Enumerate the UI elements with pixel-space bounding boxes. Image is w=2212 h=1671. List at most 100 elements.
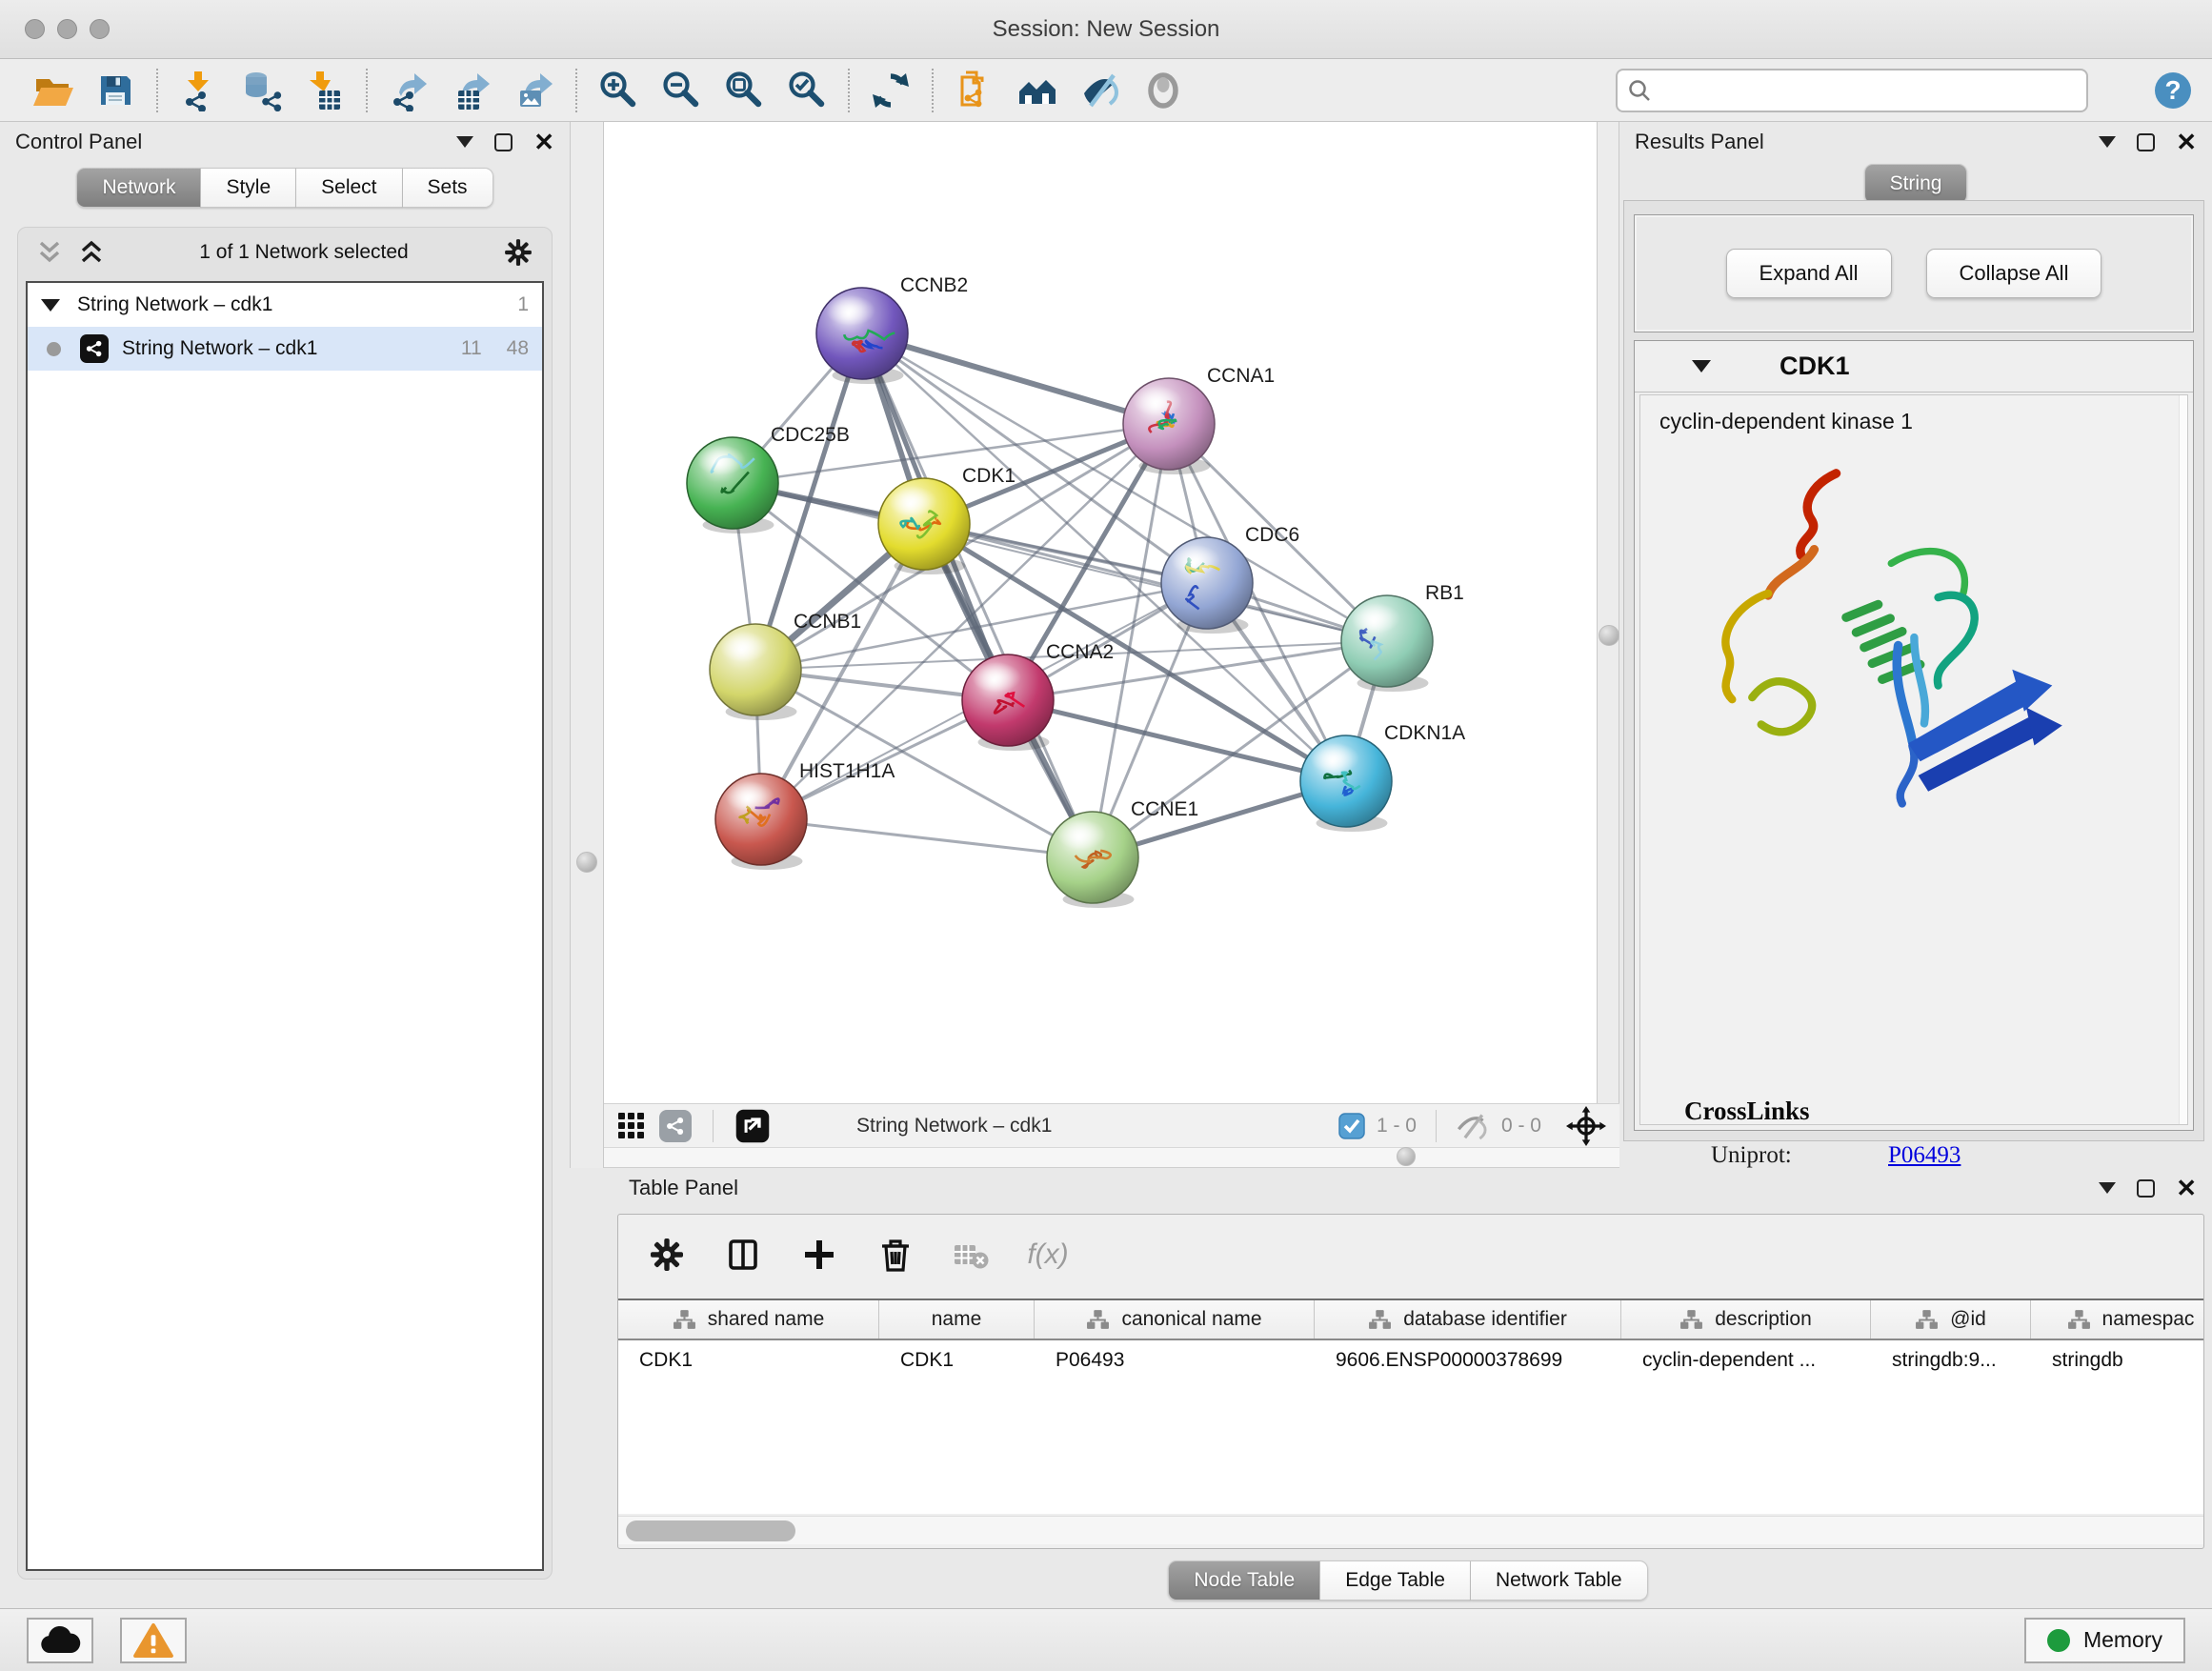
network-edge[interactable] [862, 333, 1093, 857]
control-panel-title: Control Panel [15, 130, 142, 154]
column-header-shared-name[interactable]: shared name [618, 1300, 879, 1339]
protein-structure-image [1686, 445, 2086, 826]
collapse-table-icon[interactable] [2099, 1182, 2116, 1194]
right-splitter[interactable] [1597, 122, 1619, 1168]
expand-all-button[interactable]: Expand All [1726, 249, 1892, 298]
export-image-icon[interactable] [513, 69, 556, 112]
import-network-icon[interactable] [177, 69, 221, 112]
network-node-rb1[interactable]: RB1 [1341, 582, 1464, 692]
collapse-panel-icon[interactable] [456, 136, 473, 148]
table-scrollbar-thumb[interactable] [626, 1520, 795, 1541]
column-header-description[interactable]: description [1621, 1300, 1871, 1339]
tab-sets[interactable]: Sets [403, 168, 493, 208]
open-icon[interactable] [30, 69, 74, 112]
cdk1-entry-header[interactable]: CDK1 [1635, 341, 2193, 393]
table-toolbar: f(x) [618, 1215, 2203, 1295]
hidden-nodes-edges-count: 0 - 0 [1501, 1115, 1541, 1137]
network-edge[interactable] [862, 333, 1169, 424]
grid-view-icon[interactable] [617, 1112, 646, 1140]
delete-table-icon[interactable] [950, 1233, 994, 1277]
close-table-icon[interactable]: ✕ [2176, 1176, 2197, 1200]
split-columns-icon[interactable] [721, 1233, 765, 1277]
node-label: CDK1 [962, 465, 1016, 487]
network-row[interactable]: String Network – cdk1 11 48 [28, 327, 542, 371]
column-header-name[interactable]: name [879, 1300, 1035, 1339]
tab-node-table[interactable]: Node Table [1168, 1560, 1320, 1601]
close-panel-icon[interactable]: ✕ [533, 130, 554, 154]
export-network-icon[interactable] [387, 69, 431, 112]
float-panel-icon[interactable] [494, 133, 513, 151]
tab-string[interactable]: String [1864, 164, 1968, 204]
fit-selected-crosshair-icon[interactable] [1566, 1106, 1606, 1146]
network-node-ccna1[interactable]: CCNA1 [1123, 365, 1275, 474]
zoom-out-icon[interactable] [659, 69, 703, 112]
float-table-icon[interactable] [2137, 1179, 2155, 1198]
crosslink-link[interactable]: P06493 [1888, 1142, 1961, 1169]
table-cell: CDK1 [879, 1340, 1035, 1380]
column-header-canonical-name[interactable]: canonical name [1035, 1300, 1315, 1339]
memory-button[interactable]: Memory [2024, 1618, 2185, 1663]
table-horizontal-scrollbar[interactable] [618, 1516, 2203, 1544]
control-panel: Control Panel ✕ NetworkStyleSelectSets 1… [0, 122, 570, 1608]
cloud-button[interactable] [27, 1618, 93, 1663]
tab-network[interactable]: Network [76, 168, 201, 208]
cloud-icon [38, 1624, 82, 1657]
close-results-icon[interactable]: ✕ [2176, 130, 2197, 154]
eye-icon[interactable] [1141, 69, 1185, 112]
search-field[interactable] [1659, 79, 2077, 101]
refresh-icon[interactable] [869, 69, 913, 112]
trash-icon[interactable] [874, 1233, 917, 1277]
horizontal-splitter[interactable] [604, 1147, 1619, 1168]
network-options-gear-icon[interactable] [502, 236, 534, 269]
results-scrollbar[interactable] [2179, 395, 2187, 1124]
column-header-database-identifier[interactable]: database identifier [1315, 1300, 1621, 1339]
tab-style[interactable]: Style [201, 168, 296, 208]
tab-select[interactable]: Select [296, 168, 402, 208]
table-cell: CDK1 [618, 1340, 879, 1380]
search-input[interactable] [1616, 69, 2088, 112]
warning-icon [133, 1622, 173, 1659]
tab-edge-table[interactable]: Edge Table [1320, 1560, 1471, 1601]
table-row[interactable]: CDK1CDK1P064939606.ENSP00000378699cyclin… [618, 1340, 2203, 1380]
save-icon[interactable] [93, 69, 137, 112]
network-canvas[interactable]: CCNB2CCNA1CDC25BCDK1CDC6RB1CCNB1CCNA2CDK… [604, 122, 1597, 1103]
export-table-icon[interactable] [450, 69, 493, 112]
network-edge[interactable] [761, 819, 1093, 857]
home-icon[interactable] [1016, 69, 1059, 112]
horizontal-splitter-handle[interactable] [1397, 1147, 1416, 1166]
eye-slash-icon[interactable] [1078, 69, 1122, 112]
tab-network-table[interactable]: Network Table [1471, 1560, 1648, 1601]
column-header--id[interactable]: @id [1871, 1300, 2031, 1339]
collapse-all-icon[interactable] [35, 238, 64, 267]
float-results-icon[interactable] [2137, 133, 2155, 151]
network-share-icon[interactable] [659, 1110, 692, 1142]
network-node-ccnb2[interactable]: CCNB2 [816, 274, 968, 384]
collapse-all-button[interactable]: Collapse All [1926, 249, 2102, 298]
import-table-icon[interactable] [303, 69, 347, 112]
left-splitter[interactable] [570, 122, 604, 1168]
selected-checkbox-icon[interactable] [1338, 1113, 1365, 1139]
zoom-selected-icon[interactable] [785, 69, 829, 112]
right-splitter-handle[interactable] [1599, 625, 1619, 646]
column-header-namespac[interactable]: namespac [2031, 1300, 2203, 1339]
network-node-cdk1[interactable]: CDK1 [878, 465, 1016, 574]
node-table[interactable]: shared namename canonical name database … [618, 1299, 2203, 1514]
expand-all-icon[interactable] [77, 238, 106, 267]
network-node-hist1h1a[interactable]: HIST1H1A [715, 760, 895, 870]
collapse-results-icon[interactable] [2099, 136, 2116, 148]
network-collection-row[interactable]: String Network – cdk1 1 [28, 283, 542, 327]
help-icon[interactable]: ? [2151, 69, 2195, 112]
open-in-new-window-icon[interactable] [734, 1108, 771, 1144]
function-icon[interactable]: f(x) [1026, 1233, 1070, 1277]
network-edge[interactable] [1008, 700, 1346, 781]
zoom-fit-icon[interactable] [722, 69, 766, 112]
gear-icon[interactable] [645, 1233, 689, 1277]
import-database-icon[interactable] [240, 69, 284, 112]
add-column-icon[interactable] [797, 1233, 841, 1277]
warning-button[interactable] [120, 1618, 187, 1663]
left-splitter-handle[interactable] [576, 852, 597, 873]
collection-expand-icon[interactable] [41, 299, 60, 312]
zoom-in-icon[interactable] [596, 69, 640, 112]
document-share-icon[interactable] [953, 69, 996, 112]
entry-collapse-icon[interactable] [1692, 360, 1711, 372]
